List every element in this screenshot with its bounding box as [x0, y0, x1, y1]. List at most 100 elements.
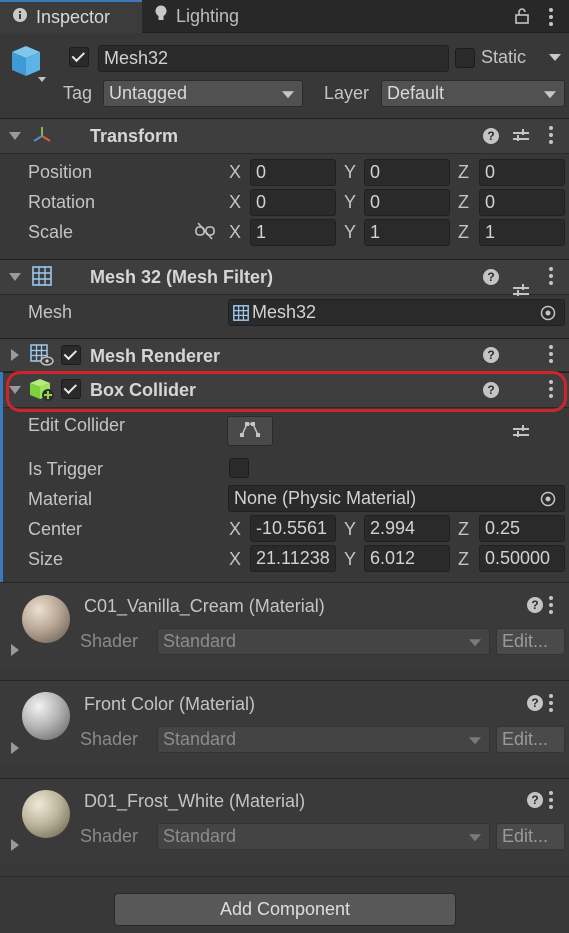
physic-material-field[interactable]: None (Physic Material) — [228, 485, 565, 512]
object-name-input[interactable]: Mesh32 — [98, 45, 449, 72]
position-y-field[interactable]: 0 — [364, 159, 450, 186]
rotation-x-field[interactable]: 0 — [250, 189, 336, 216]
tab-menu-icon[interactable] — [549, 8, 553, 26]
mesh-filter-title: Mesh 32 (Mesh Filter) — [90, 267, 274, 287]
unlink-icon[interactable] — [195, 222, 215, 245]
chevron-down-icon — [469, 833, 481, 841]
position-x-field[interactable]: 0 — [250, 159, 336, 186]
axis-x-label: X — [229, 549, 242, 569]
material-menu-icon[interactable] — [549, 596, 553, 614]
shader-dropdown[interactable]: Standard — [157, 628, 490, 655]
tab-inspector[interactable]: Inspector — [0, 0, 142, 33]
shader-label: Shader — [80, 631, 139, 651]
mesh-grid-icon — [32, 266, 52, 291]
mesh-renderer-foldout-icon[interactable] — [11, 349, 19, 361]
presets-icon[interactable] — [513, 284, 529, 298]
material-foldout-icon[interactable] — [11, 742, 19, 754]
help-icon[interactable]: ? — [527, 792, 543, 808]
layer-dropdown[interactable]: Default — [381, 80, 565, 107]
material-foldout-icon[interactable] — [11, 644, 19, 656]
material-name: Front Color (Material) — [84, 694, 256, 714]
layer-label: Layer — [324, 83, 370, 103]
is-trigger-label: Is Trigger — [28, 459, 104, 479]
material-menu-icon[interactable] — [549, 694, 553, 712]
scale-label: Scale — [28, 222, 74, 242]
bulb-icon — [154, 5, 168, 28]
shader-dropdown[interactable]: Standard — [157, 726, 490, 753]
axis-x-label: X — [229, 519, 242, 539]
mesh-label: Mesh — [28, 302, 73, 322]
scale-x-field[interactable]: 1 — [250, 219, 336, 246]
axis-x-label: X — [229, 222, 242, 242]
axis-z-label: Z — [458, 519, 469, 539]
edit-shader-button[interactable]: Edit... — [496, 823, 565, 850]
position-label: Position — [28, 162, 93, 182]
shader-label: Shader — [80, 729, 139, 749]
edit-shader-button[interactable]: Edit... — [496, 726, 565, 753]
layer-value: Default — [387, 83, 445, 103]
shader-value: Standard — [163, 826, 237, 846]
gameobject-cube-icon — [10, 44, 46, 89]
scale-y-field[interactable]: 1 — [364, 219, 450, 246]
help-icon[interactable]: ? — [527, 695, 543, 711]
mesh-renderer-enabled-checkbox[interactable] — [61, 345, 81, 365]
material-name: C01_Vanilla_Cream (Material) — [84, 596, 325, 616]
material-preview-sphere — [22, 692, 70, 740]
component-menu-icon[interactable] — [549, 345, 553, 363]
mesh-grid-icon — [233, 304, 249, 321]
rotation-z-field[interactable]: 0 — [479, 189, 565, 216]
size-x-field[interactable]: 21.11238 — [250, 545, 336, 572]
physic-material-value: None (Physic Material) — [234, 488, 417, 508]
mesh-filter-foldout-icon[interactable] — [9, 273, 21, 281]
center-z-field[interactable]: 0.25 — [479, 515, 565, 542]
transform-foldout-icon[interactable] — [9, 132, 21, 140]
tab-inspector-label: Inspector — [36, 7, 111, 27]
edit-collider-button[interactable] — [227, 416, 273, 446]
object-picker-icon[interactable] — [540, 491, 556, 512]
help-icon[interactable]: ? — [483, 128, 499, 144]
static-dropdown-icon[interactable] — [549, 54, 561, 61]
chevron-down-icon — [544, 90, 556, 98]
help-icon[interactable]: ? — [483, 347, 499, 363]
scale-z-field[interactable]: 1 — [479, 219, 565, 246]
shader-dropdown[interactable]: Standard — [157, 823, 490, 850]
position-z-field[interactable]: 0 — [479, 159, 565, 186]
size-y-field[interactable]: 6.012 — [364, 545, 450, 572]
component-menu-icon[interactable] — [549, 267, 553, 285]
material-preview-sphere — [22, 595, 70, 643]
edit-points-icon — [239, 421, 261, 442]
tab-lighting-label: Lighting — [176, 6, 240, 26]
material-menu-icon[interactable] — [549, 791, 553, 809]
object-picker-icon[interactable] — [540, 305, 556, 326]
static-checkbox[interactable] — [455, 48, 475, 68]
presets-icon[interactable] — [513, 425, 529, 439]
size-z-field[interactable]: 0.50000 — [479, 545, 565, 572]
shader-label: Shader — [80, 826, 139, 846]
rotation-y-field[interactable]: 0 — [364, 189, 450, 216]
presets-icon[interactable] — [513, 129, 529, 143]
size-label: Size — [28, 549, 64, 569]
tag-dropdown[interactable]: Untagged — [103, 80, 303, 107]
help-icon[interactable]: ? — [483, 269, 499, 285]
is-trigger-checkbox[interactable] — [229, 458, 249, 478]
add-component-button[interactable]: Add Component — [114, 893, 456, 926]
center-y-field[interactable]: 2.994 — [364, 515, 450, 542]
tag-value: Untagged — [109, 83, 188, 103]
axis-y-label: Y — [344, 162, 357, 182]
axis-y-label: Y — [344, 519, 357, 539]
active-checkbox[interactable] — [69, 47, 89, 67]
mesh-object-field[interactable]: Mesh32 — [228, 299, 565, 326]
material-preview-sphere — [22, 790, 70, 838]
static-label: Static — [481, 47, 527, 67]
center-label: Center — [28, 519, 83, 539]
component-menu-icon[interactable] — [549, 126, 553, 144]
material-panel — [0, 680, 569, 766]
center-x-field[interactable]: -10.5561 — [250, 515, 336, 542]
edit-shader-button[interactable]: Edit... — [496, 628, 565, 655]
tab-lighting[interactable]: Lighting — [142, 0, 302, 33]
transform-title: Transform — [90, 126, 179, 146]
lock-icon[interactable] — [515, 8, 529, 29]
edit-collider-label: Edit Collider — [28, 415, 126, 435]
material-foldout-icon[interactable] — [11, 839, 19, 851]
help-icon[interactable]: ? — [527, 597, 543, 613]
